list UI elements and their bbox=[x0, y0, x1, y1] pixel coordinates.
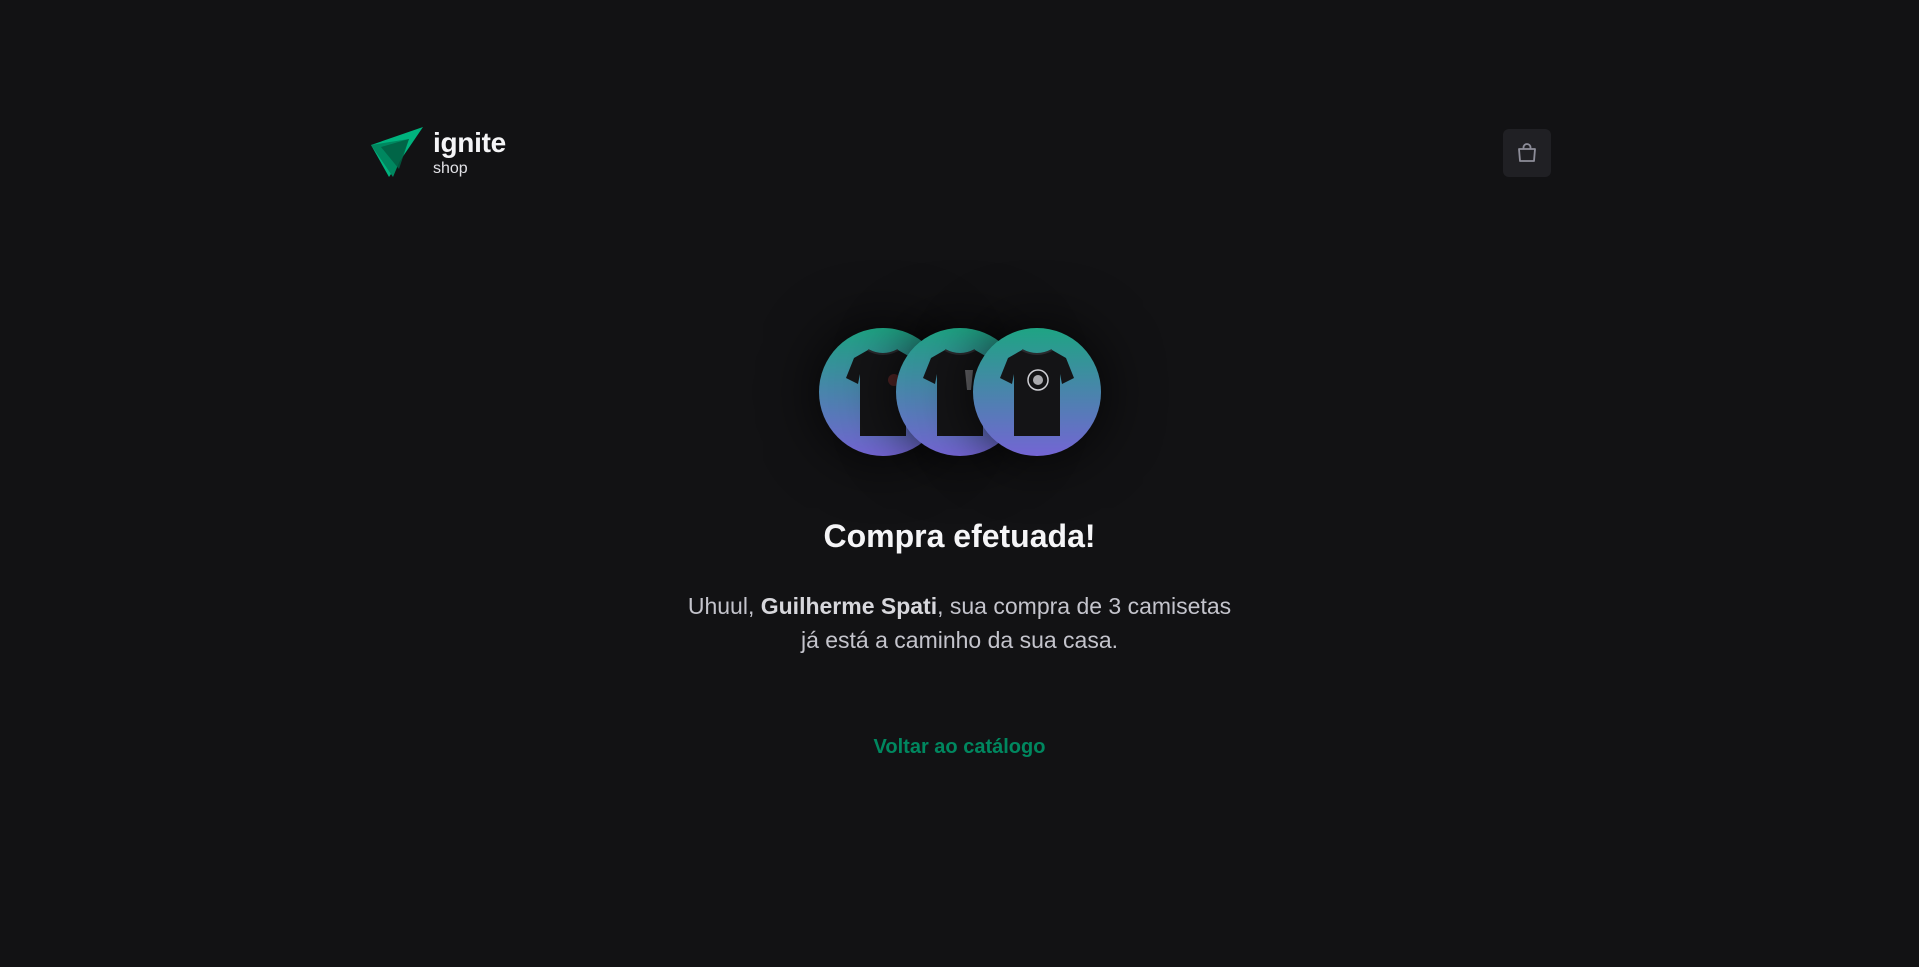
success-message: Uhuul, Guilherme Spati, sua compra de 3 … bbox=[659, 589, 1260, 657]
product-images bbox=[819, 328, 1101, 456]
message-line-2: já está a caminho da sua casa. bbox=[800, 627, 1119, 653]
customer-name: Guilherme Spati bbox=[760, 593, 938, 619]
main-content: Compra efetuada! Uhuul, Guilherme Spati,… bbox=[0, 0, 1919, 967]
page-title: Compra efetuada! bbox=[823, 518, 1096, 554]
success-page: ignite shop Compra efetuada! Uhuul, Guil… bbox=[0, 0, 1919, 967]
message-prefix: Uhuul, bbox=[687, 593, 761, 619]
back-to-catalog-link[interactable]: Voltar ao catálogo bbox=[874, 736, 1046, 758]
tshirt-icon bbox=[1000, 349, 1074, 436]
message-middle: , sua compra de 3 camisetas bbox=[937, 593, 1232, 619]
product-image bbox=[973, 328, 1101, 456]
back-link-container: Voltar ao catálogo bbox=[0, 736, 1919, 759]
